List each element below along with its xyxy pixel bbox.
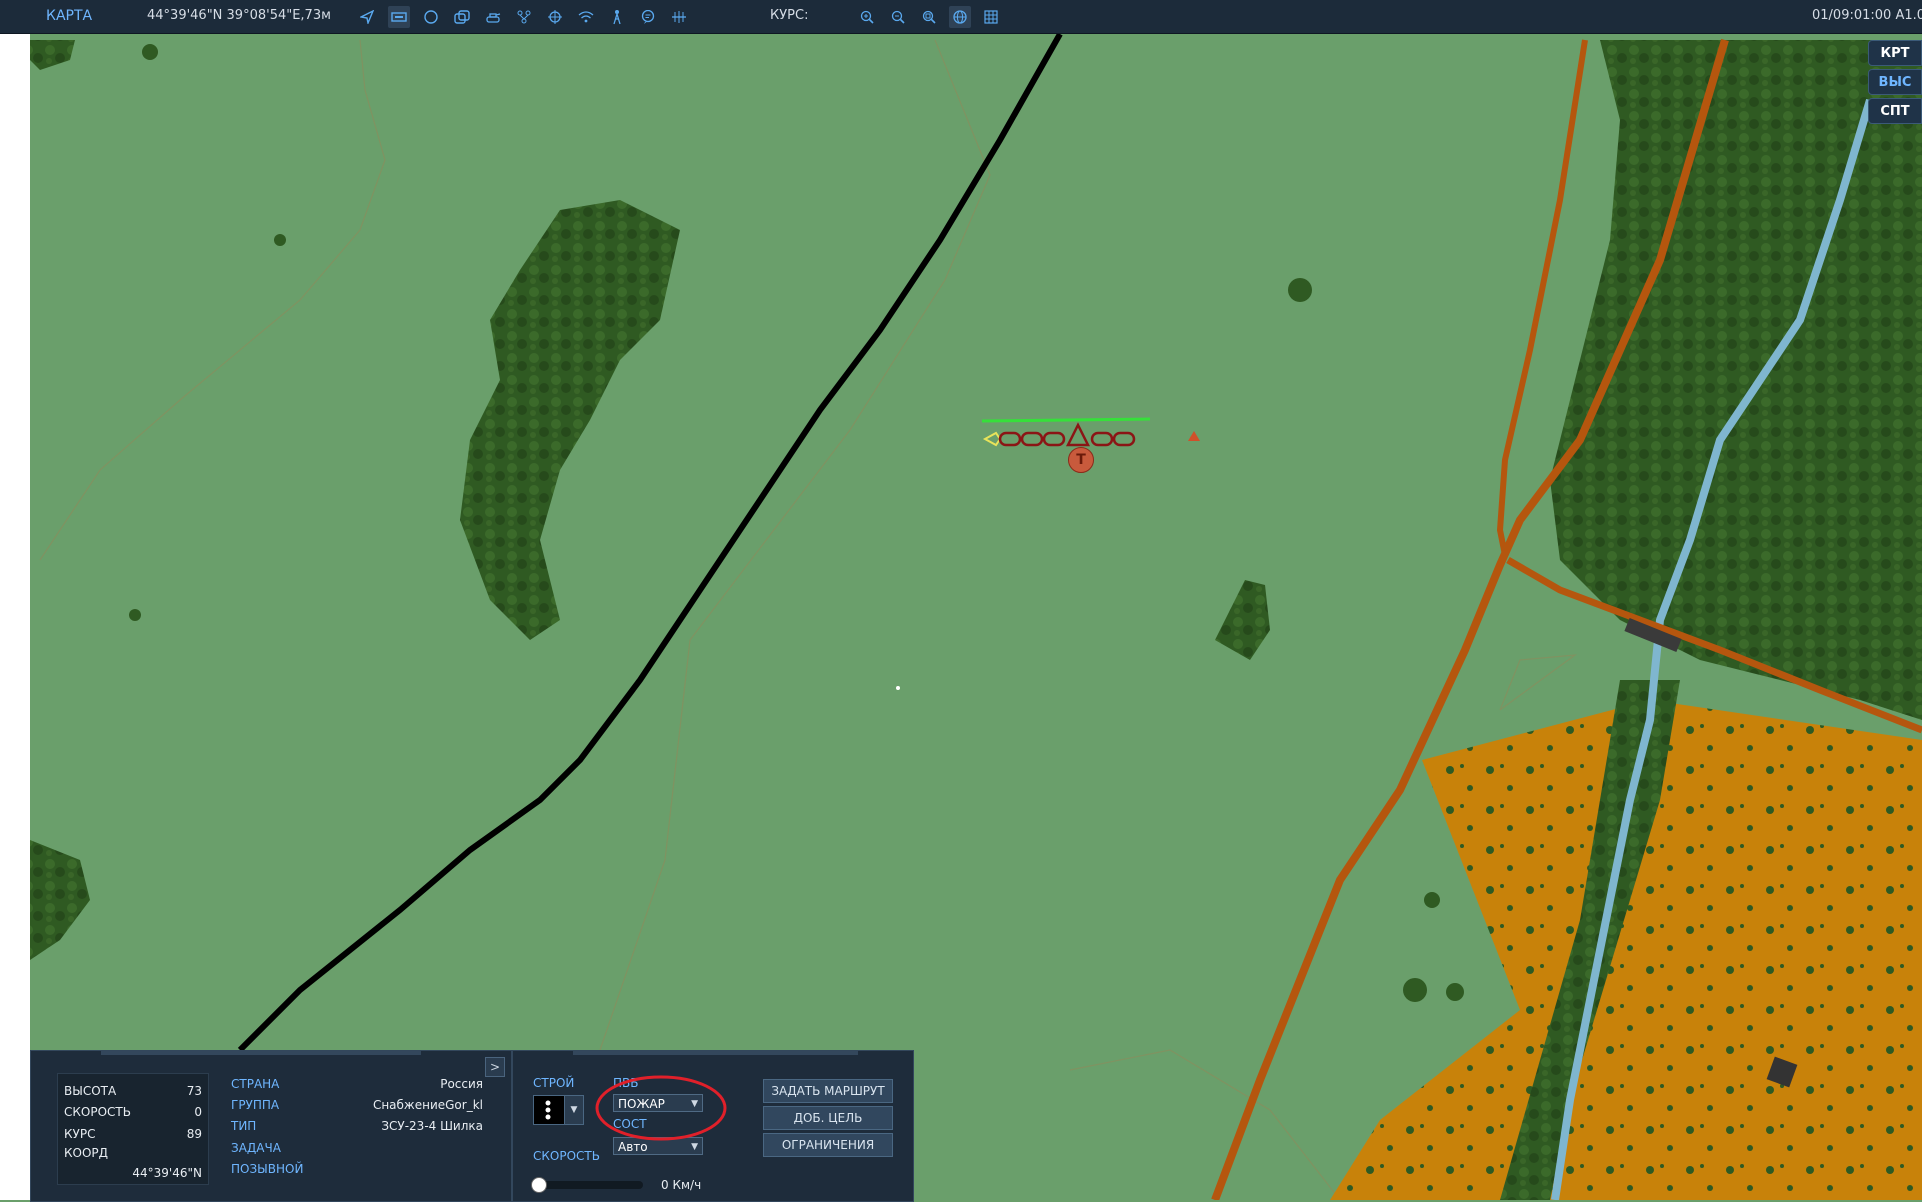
- panel-drag-handle[interactable]: [101, 1051, 421, 1055]
- zoom-out-icon[interactable]: [887, 6, 909, 28]
- mission-time: 01/09:01:00 A1.0: [1812, 8, 1922, 23]
- set-route-button[interactable]: ЗАДАТЬ МАРШРУТ: [763, 1079, 893, 1103]
- formation-label: СТРОЙ: [533, 1076, 575, 1090]
- terrain-layer: [30, 34, 1922, 1200]
- ruler-icon[interactable]: [668, 6, 690, 28]
- speed-slider-value: 0 Км/ч: [661, 1178, 702, 1192]
- expand-button[interactable]: >: [485, 1057, 505, 1077]
- highlight-ellipse: [595, 1075, 727, 1141]
- speed-slider-knob[interactable]: [531, 1177, 547, 1193]
- layers-icon[interactable]: [451, 6, 473, 28]
- zoom-fit-icon[interactable]: [918, 6, 940, 28]
- map-title[interactable]: КАРТА: [46, 8, 92, 24]
- task-label: ЗАДАЧА: [231, 1141, 281, 1155]
- top-toolbar: КАРТА 44°39'46"N 39°08'54"E,73м КУРС: 01…: [0, 0, 1922, 34]
- group-value: СнабжениеGor_kl: [372, 1098, 483, 1112]
- altitude-value: 73: [186, 1084, 202, 1098]
- course-value: 89: [186, 1127, 202, 1141]
- formation-selector[interactable]: [533, 1095, 565, 1125]
- course-label-info: КУРС: [64, 1127, 96, 1141]
- target-icon[interactable]: [544, 6, 566, 28]
- globe-icon[interactable]: [949, 6, 971, 28]
- unit-stats-box: ВЫСОТА 73 СКОРОСТЬ 0 КУРС 89 КООРД 44°39…: [57, 1073, 209, 1185]
- tab-map[interactable]: КРТ: [1868, 40, 1922, 66]
- country-value: Россия: [440, 1077, 483, 1091]
- tower-icon[interactable]: [606, 6, 628, 28]
- coord-label: КООРД: [64, 1146, 109, 1160]
- chat-icon[interactable]: [637, 6, 659, 28]
- cursor-coordinates: 44°39'46"N 39°08'54"E,73м: [147, 8, 331, 23]
- course-label: КУРС:: [770, 8, 809, 23]
- altitude-label: ВЫСОТА: [64, 1084, 117, 1098]
- type-value: ЗСУ-23-4 Шилка: [381, 1119, 483, 1133]
- unit-group-marker[interactable]: [980, 379, 1220, 469]
- target-marker-label: Т: [1076, 452, 1086, 468]
- unit-control-panel: СТРОЙ ▼ ПВБ ПОЖАР ▼ СОСТ Авто ▼ СКОРОСТЬ…: [512, 1050, 914, 1202]
- unit-info-panel: ВЫСОТА 73 СКОРОСТЬ 0 КУРС 89 КООРД 44°39…: [30, 1050, 512, 1202]
- speed-slider[interactable]: [531, 1177, 643, 1193]
- panel-drag-handle-2[interactable]: [573, 1051, 858, 1055]
- speed-slider-label: СКОРОСТЬ: [533, 1149, 600, 1163]
- restrictions-button[interactable]: ОГРАНИЧЕНИЯ: [763, 1133, 893, 1157]
- network-icon[interactable]: [513, 6, 535, 28]
- left-margin: [0, 34, 30, 1200]
- unit-icon[interactable]: [388, 6, 410, 28]
- circle-icon[interactable]: [420, 6, 442, 28]
- map-canvas[interactable]: Т: [30, 34, 1922, 1200]
- country-label: СТРАНА: [231, 1077, 280, 1091]
- coord-value: 44°39'46"N: [132, 1166, 202, 1180]
- wifi-icon[interactable]: [575, 6, 597, 28]
- zoom-in-icon[interactable]: [856, 6, 878, 28]
- tab-satellite[interactable]: СПТ: [1868, 98, 1922, 124]
- tab-altitude[interactable]: ВЫС: [1868, 69, 1922, 95]
- group-label: ГРУППА: [231, 1098, 280, 1112]
- add-target-button[interactable]: ДОБ. ЦЕЛЬ: [763, 1106, 893, 1130]
- type-label: ТИП: [231, 1119, 257, 1133]
- grid-icon[interactable]: [980, 6, 1002, 28]
- target-marker[interactable]: Т: [1068, 447, 1094, 473]
- speed-value: 0: [194, 1105, 202, 1119]
- speed-label: СКОРОСТЬ: [64, 1105, 131, 1119]
- navigate-icon[interactable]: [356, 6, 378, 28]
- tank-icon[interactable]: [482, 6, 504, 28]
- callsign-label: ПОЗЫВНОЙ: [231, 1162, 304, 1176]
- chevron-down-icon[interactable]: ▼: [564, 1095, 584, 1125]
